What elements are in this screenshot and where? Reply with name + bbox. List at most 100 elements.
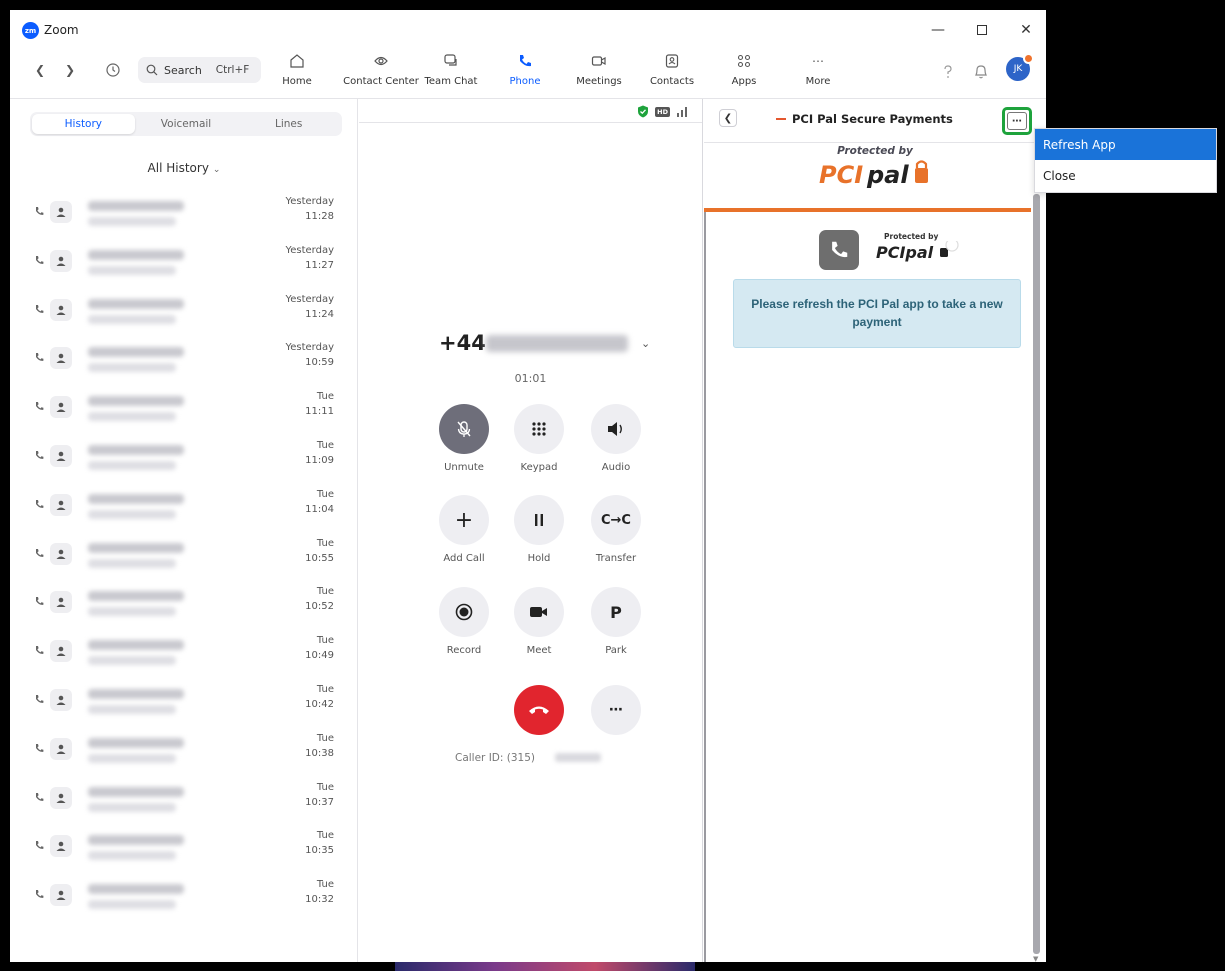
desktop-taskbar-glimpse (395, 962, 695, 971)
list-item[interactable]: Yesterday 11:28 (10, 194, 358, 243)
iframe-border (704, 212, 706, 962)
list-item[interactable]: Tue 11:11 (10, 389, 358, 438)
redacted-caller-number (88, 640, 184, 651)
list-item[interactable]: Tue 10:32 (10, 877, 358, 926)
nav-team-chat[interactable]: Team Chat (423, 50, 479, 96)
redacted-caller-location (88, 460, 176, 470)
app-panel-title-text: PCI Pal Secure Payments (792, 112, 953, 126)
redacted-caller-location (88, 265, 176, 275)
unmute-button[interactable]: Unmute (434, 404, 494, 473)
nav-home[interactable]: Home (280, 50, 314, 96)
unmute-label: Unmute (444, 462, 484, 473)
nav-phone-label: Phone (509, 76, 541, 87)
call-time: 11:11 (305, 406, 334, 418)
call-history-list: Yesterday 11:28 Yesterday 11:27 Yesterday 11:… (10, 194, 358, 926)
record-icon (439, 587, 489, 637)
pause-icon (514, 495, 564, 545)
close-window-icon[interactable]: ✕ (1004, 18, 1046, 42)
outgoing-call-icon (36, 499, 44, 508)
redacted-caller-location (88, 217, 176, 226)
transfer-button[interactable]: C→C Transfer (586, 495, 646, 564)
add-call-label: Add Call (443, 553, 485, 564)
end-call-button[interactable] (509, 685, 569, 735)
nav-meetings[interactable]: Meetings (575, 50, 623, 96)
audio-button[interactable]: Audio (586, 404, 646, 473)
call-day: Yesterday (285, 293, 334, 305)
keypad-button[interactable]: Keypad (509, 404, 569, 473)
more-call-options-button[interactable]: ⋯ (586, 685, 646, 735)
nav-apps-label: Apps (731, 76, 757, 87)
history-tabs: History Voicemail Lines (30, 112, 342, 136)
scroll-down-arrow-icon[interactable]: ▼ (1033, 955, 1038, 962)
nav-phone[interactable]: Phone (507, 50, 543, 96)
redacted-caller-number (88, 688, 184, 699)
add-call-button[interactable]: + Add Call (434, 495, 494, 564)
panel-scrollbar[interactable] (1033, 194, 1040, 954)
hold-button[interactable]: Hold (509, 495, 569, 564)
list-item[interactable]: Tue 10:38 (10, 731, 358, 780)
meet-button[interactable]: Meet (509, 587, 569, 656)
contact-avatar-icon (50, 884, 72, 907)
call-day: Tue (316, 586, 334, 598)
list-item[interactable]: Tue 11:04 (10, 487, 358, 536)
list-item[interactable]: Tue 10:37 (10, 780, 358, 829)
nav-apps[interactable]: Apps (728, 50, 760, 96)
contact-center-icon (370, 50, 392, 72)
number-chevron-down-icon[interactable]: ⌄ (641, 337, 650, 350)
contact-avatar-icon (50, 688, 72, 711)
contact-avatar-icon (50, 591, 72, 614)
list-item[interactable]: Tue 10:42 (10, 682, 358, 731)
list-item[interactable]: Tue 10:55 (10, 536, 358, 585)
record-button[interactable]: Record (434, 587, 494, 656)
redacted-caller-location (88, 314, 176, 324)
menu-item-refresh-app[interactable]: Refresh App (1035, 129, 1216, 160)
redacted-caller-location (88, 363, 176, 373)
svg-text:PCIpal: PCIpal (876, 243, 934, 262)
window-title: Zoom (44, 23, 79, 37)
video-camera-icon (514, 587, 564, 637)
list-item[interactable]: Yesterday 10:59 (10, 340, 358, 389)
contact-avatar-icon (50, 542, 72, 565)
call-day: Tue (316, 732, 334, 744)
brand-divider (704, 208, 1031, 212)
call-time: 11:27 (305, 259, 334, 271)
tab-lines[interactable]: Lines (237, 114, 340, 134)
nav-more[interactable]: ⋯ More (802, 50, 834, 96)
forward-arrow-icon[interactable]: ❯ (62, 63, 78, 77)
search-input[interactable]: Search Ctrl+F (138, 57, 261, 83)
list-item[interactable]: Yesterday 11:24 (10, 292, 358, 341)
list-item[interactable]: Tue 10:52 (10, 584, 358, 633)
record-label: Record (446, 645, 482, 656)
list-item[interactable]: Tue 10:49 (10, 633, 358, 682)
recent-history-icon[interactable] (102, 59, 124, 81)
back-arrow-icon[interactable]: ❮ (32, 63, 48, 77)
zoom-logo-icon: zm (22, 22, 39, 39)
minimize-icon[interactable]: — (916, 18, 960, 42)
help-icon[interactable] (942, 64, 954, 83)
menu-item-close[interactable]: Close (1035, 160, 1216, 191)
list-item[interactable]: Tue 10:35 (10, 828, 358, 877)
park-button[interactable]: P Park (586, 587, 646, 656)
nav-contact-center[interactable]: Contact Center (341, 50, 421, 96)
list-item[interactable]: Yesterday 11:27 (10, 243, 358, 292)
panel-back-button[interactable]: ❮ (719, 109, 737, 127)
list-item[interactable]: Tue 11:09 (10, 438, 358, 487)
pci-pal-small-logo: Protected by PCIpal (874, 232, 964, 267)
redacted-caller-number (88, 493, 184, 504)
redacted-caller-location (88, 558, 176, 568)
maximize-icon[interactable] (960, 18, 1004, 42)
call-day: Tue (316, 830, 334, 842)
notifications-bell-icon[interactable] (974, 64, 988, 83)
history-filter-dropdown[interactable]: All History ⌄ (10, 161, 358, 175)
nav-contacts[interactable]: Contacts (648, 50, 696, 96)
call-time: 11:24 (305, 308, 334, 320)
signal-strength-icon (677, 106, 687, 117)
call-time: 11:04 (305, 503, 334, 515)
tab-voicemail[interactable]: Voicemail (135, 114, 238, 134)
app-more-options-button[interactable]: ⋯ (1002, 107, 1032, 135)
home-icon (286, 50, 308, 72)
title-bar: zm Zoom — ✕ (10, 10, 1046, 42)
small-protected-by-label: Protected by (884, 232, 939, 241)
pci-pal-logo-icon: PCI pal (704, 159, 1046, 193)
tab-history[interactable]: History (32, 114, 135, 134)
